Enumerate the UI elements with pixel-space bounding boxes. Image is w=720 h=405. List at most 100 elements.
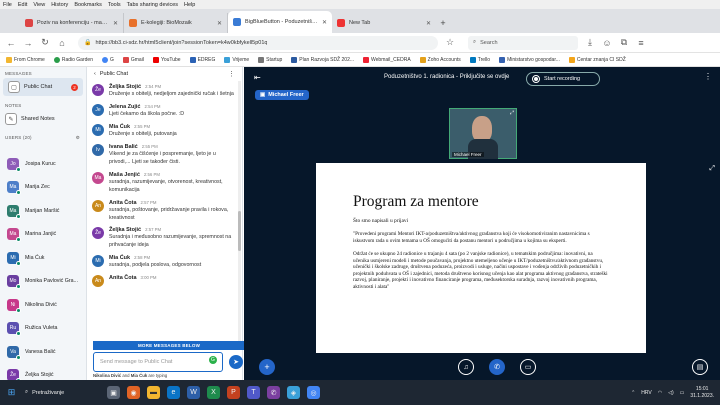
tab-new-tab[interactable]: New Tab ✕ <box>332 13 436 33</box>
tab-bigbluebutton[interactable]: BigBlueButton - Poduzetništvo... ✕ <box>228 11 332 33</box>
bookmark-startup[interactable]: Startup <box>258 56 282 63</box>
user-list-item[interactable]: Ni Nikolina Divić <box>0 293 86 317</box>
battery-icon[interactable]: ▭ <box>680 390 685 396</box>
bookmark-plan-razvoja[interactable]: Plan Razvoja SDŽ 202... <box>291 56 354 63</box>
user-list-item[interactable]: Ma Marija Zec <box>0 176 86 200</box>
user-list-item[interactable]: Ru Ružica Vuleta <box>0 317 86 341</box>
chat-message-input[interactable]: Send message to Public Chat G <box>93 352 223 372</box>
bookmark-vrijeme[interactable]: Vrijeme <box>224 56 249 63</box>
webcam-video[interactable]: Michael Freer ⤢ <box>449 108 517 159</box>
message-text: Druženje s obitelji, putovanja <box>109 130 177 137</box>
windows-start-icon[interactable]: ⊞ <box>5 386 18 399</box>
user-list-item[interactable]: Ma Marijan Maršić <box>0 199 86 223</box>
status-dot-icon <box>16 307 21 313</box>
download-icon[interactable]: ⤓ <box>585 37 595 48</box>
user-list-item[interactable]: Ma Marina Janjić <box>0 223 86 247</box>
chevron-left-icon[interactable]: ‹ <box>94 71 96 77</box>
taskbar-search[interactable]: ⌕ Pretraživanje <box>25 389 100 396</box>
bookmark-google[interactable]: G <box>101 56 114 63</box>
close-tab-icon[interactable]: ✕ <box>217 20 222 27</box>
message-time: 3:00 PM <box>140 275 157 281</box>
bookmark-trello[interactable]: Trello <box>469 56 490 63</box>
menu-edit[interactable]: Edit <box>18 2 27 8</box>
file-explorer-icon[interactable]: ▬ <box>147 386 160 399</box>
more-messages-below-button[interactable]: MORE MESSAGES BELOW <box>93 341 245 350</box>
bookmark-centar-znanja[interactable]: Centar znanja CI SDŽ <box>568 56 626 63</box>
menu-tabs-sharing[interactable]: Tabs sharing devices <box>127 2 178 8</box>
photos-icon[interactable]: ◈ <box>287 386 300 399</box>
leave-audio-button[interactable]: ✆ <box>489 359 505 375</box>
options-menu-icon[interactable]: ⋮ <box>704 72 712 81</box>
actions-plus-button[interactable]: + <box>259 359 275 375</box>
menu-view[interactable]: View <box>33 2 45 8</box>
menu-help[interactable]: Help <box>184 2 195 8</box>
settings-gear-icon[interactable]: ⚙ <box>76 135 80 141</box>
clock[interactable]: 15:01 31.1.2023. <box>690 386 714 399</box>
chat-scrollbar[interactable] <box>238 81 241 341</box>
teams-icon[interactable]: T <box>247 386 260 399</box>
presentation-toggle-button[interactable]: ▤ <box>692 359 708 375</box>
bookmark-edreg[interactable]: EDREG <box>189 56 215 63</box>
bookmark-youtube[interactable]: YouTube <box>152 56 181 63</box>
user-list-item[interactable]: Mi Mia Ćuk <box>0 246 86 270</box>
menu-tools[interactable]: Tools <box>108 2 121 8</box>
profile-icon[interactable]: ☺ <box>602 38 612 48</box>
back-icon[interactable]: ← <box>6 38 16 48</box>
close-tab-icon[interactable]: ✕ <box>426 20 431 27</box>
new-tab-plus-icon[interactable]: + <box>436 13 450 33</box>
firefox-icon[interactable]: ◉ <box>127 386 140 399</box>
tab-conference[interactable]: Poziv na konferenciju - marina... ✕ <box>20 13 124 33</box>
bookmark-gmail[interactable]: Gmail <box>122 56 144 63</box>
menu-icon[interactable]: ≡ <box>636 38 646 48</box>
viber-icon[interactable]: ✆ <box>267 386 280 399</box>
powerpoint-icon[interactable]: P <box>227 386 240 399</box>
send-message-button[interactable]: ➤ <box>229 355 243 369</box>
webcam-button[interactable]: ▭ <box>520 359 536 375</box>
reload-icon[interactable]: ↻ <box>40 37 50 48</box>
address-bar[interactable]: 🔒 https://bb3.ci-sdz.hr/html5client/join… <box>78 35 438 50</box>
word-icon[interactable]: W <box>187 386 200 399</box>
bookmark-radio-garden[interactable]: Radio Garden <box>53 56 93 63</box>
user-name: Monika Pavlović Gra... <box>25 278 78 285</box>
forward-icon[interactable]: → <box>23 38 33 48</box>
search-input[interactable]: ⌕ Search <box>468 35 578 50</box>
fullscreen-icon[interactable]: ⤢ <box>709 165 715 173</box>
tab-ekolegiji[interactable]: E-kolegiji: BioMozaik ✕ <box>124 13 228 33</box>
public-chat-item[interactable]: ▢ Public Chat 2 <box>3 78 83 96</box>
menu-history[interactable]: History <box>51 2 68 8</box>
task-view-icon[interactable]: ▣ <box>107 386 120 399</box>
webcam-expand-icon[interactable]: ⤢ <box>510 110 514 116</box>
user-list-item[interactable]: Že Željka Stojić <box>0 364 86 380</box>
extensions-icon[interactable]: ⧉ <box>619 37 629 48</box>
excel-icon[interactable]: X <box>207 386 220 399</box>
user-list-item[interactable]: Mo Monika Pavlović Gra... <box>0 270 86 294</box>
bookmark-ministarstvo[interactable]: Ministarstvo gospodar... <box>499 56 560 63</box>
user-list-item[interactable]: Jo Josipa Kuruc <box>0 152 86 176</box>
start-recording-button[interactable]: Start recording <box>526 72 600 86</box>
user-list-item[interactable]: Va Vanesa Balić <box>0 340 86 364</box>
bookmark-star-icon[interactable]: ☆ <box>445 37 455 48</box>
close-tab-icon[interactable]: ✕ <box>322 19 327 26</box>
avatar: Že <box>7 369 21 380</box>
menu-file[interactable]: File <box>3 2 12 8</box>
headphones-button[interactable]: ♫ <box>458 359 474 375</box>
volume-icon[interactable]: ◁) <box>668 390 674 396</box>
language-indicator[interactable]: HRV <box>641 390 651 396</box>
chat-message-list: Že Željka Stojić 2:54 PM Druženje s obitelj… <box>87 81 243 343</box>
home-icon[interactable]: ⌂ <box>57 38 67 48</box>
message-time: 2:58 PM <box>134 255 151 261</box>
bookmark-webmail[interactable]: Webmail_CEDRA <box>363 56 411 63</box>
edge-icon[interactable]: e <box>167 386 180 399</box>
chevron-up-icon[interactable]: ⌃ <box>631 390 635 396</box>
wifi-icon[interactable]: ◠ <box>658 390 662 396</box>
menu-bookmarks[interactable]: Bookmarks <box>74 2 102 8</box>
bookmark-from-chrome[interactable]: From Chrome <box>6 56 45 63</box>
close-tab-icon[interactable]: ✕ <box>113 20 118 27</box>
avatar: Ma <box>92 171 104 184</box>
chrome-icon[interactable]: ◎ <box>307 386 320 399</box>
more-options-icon[interactable]: ⋮ <box>228 70 235 78</box>
user-list-toggle-icon[interactable]: ⇤ <box>254 73 261 82</box>
bookmark-zoho[interactable]: Zoho Accounts <box>419 56 461 63</box>
grammarly-icon[interactable]: G <box>209 356 217 364</box>
shared-notes-item[interactable]: ✎ Shared Notes <box>0 110 86 128</box>
